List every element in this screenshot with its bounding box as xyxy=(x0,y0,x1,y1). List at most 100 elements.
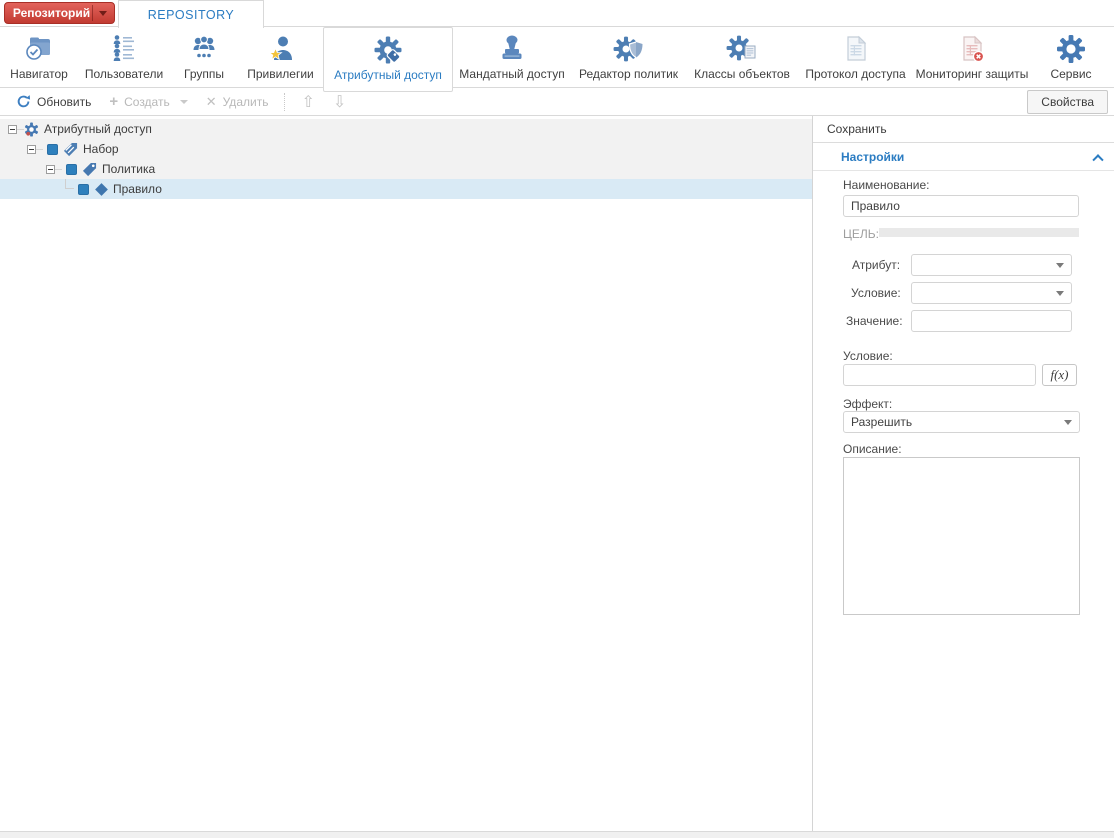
gear-tag-icon xyxy=(372,31,404,68)
collapse-expander-icon[interactable] xyxy=(46,165,55,174)
button-split-divider xyxy=(92,5,93,21)
ribbon-item-access-protocol[interactable]: Протокол доступа xyxy=(798,27,913,87)
plus-icon: + xyxy=(109,96,118,108)
ribbon-item-mandatory-access[interactable]: Мандатный доступ xyxy=(453,27,571,87)
status-bar xyxy=(0,831,1114,838)
delete-button[interactable]: ✕ Удалить xyxy=(198,92,277,112)
collapse-expander-icon[interactable] xyxy=(8,125,17,134)
refresh-button[interactable]: Обновить xyxy=(8,91,99,112)
refresh-button-label: Обновить xyxy=(37,95,91,109)
ribbon-item-service[interactable]: Сервис xyxy=(1031,27,1111,87)
tree-connector xyxy=(55,169,62,170)
effect-field-label: Эффект: xyxy=(843,397,892,411)
chevron-down-icon xyxy=(99,11,107,16)
move-up-button[interactable]: ⇧ xyxy=(293,92,322,111)
attribute-combobox[interactable] xyxy=(911,254,1072,276)
ribbon-item-protection-monitoring[interactable]: Мониторинг защиты xyxy=(913,27,1031,87)
ribbon-item-label: Редактор политик xyxy=(579,67,678,81)
condition-expression-label: Условие: xyxy=(843,349,893,363)
condition-combo-label: Условие: xyxy=(851,286,901,300)
diamond-icon xyxy=(95,183,108,196)
create-button[interactable]: + Создать xyxy=(101,92,195,112)
properties-panel: Сохранить Настройки Наименование: ЦЕЛЬ: … xyxy=(813,116,1114,831)
tree-node-rule-selected[interactable]: Правило xyxy=(0,179,812,199)
name-input[interactable] xyxy=(843,195,1079,217)
tree-node-attribute-access[interactable]: Атрибутный доступ xyxy=(0,119,812,139)
target-group-label: ЦЕЛЬ: xyxy=(843,227,879,241)
tree-indent xyxy=(8,169,46,170)
application-window: Репозиторий REPOSITORY Навигатор xyxy=(0,0,1114,838)
effect-combobox-value: Разрешить xyxy=(851,415,912,429)
description-textarea[interactable] xyxy=(843,457,1080,615)
navigator-folder-icon xyxy=(23,30,55,67)
ribbon-item-groups[interactable]: Группы xyxy=(170,27,238,87)
condition-expression-input[interactable] xyxy=(843,364,1036,386)
chevron-down-icon xyxy=(180,100,188,104)
delete-button-label: Удалить xyxy=(223,95,269,109)
effect-combobox[interactable]: Разрешить xyxy=(843,411,1080,433)
move-down-button[interactable]: ⇩ xyxy=(325,92,354,111)
tree-node-label: Правило xyxy=(113,182,162,196)
value-input[interactable] xyxy=(911,310,1072,332)
save-button-label: Сохранить xyxy=(827,122,887,136)
ribbon-item-navigator[interactable]: Навигатор xyxy=(0,27,78,87)
ribbon-toolbar: Навигатор Пользователи xyxy=(0,27,1114,88)
value-field-label: Значение: xyxy=(846,314,903,328)
tree-node-label: Атрибутный доступ xyxy=(44,122,152,136)
ribbon-item-label: Протокол доступа xyxy=(805,67,905,81)
tree-elbow-connector xyxy=(65,179,74,189)
repository-menu-button[interactable]: Репозиторий xyxy=(4,2,115,24)
main-content: Атрибутный доступ Набор xyxy=(0,116,1114,831)
users-list-icon xyxy=(108,30,140,67)
tree-connector xyxy=(36,149,43,150)
description-field-label: Описание: xyxy=(843,442,902,456)
ribbon-item-privileges[interactable]: Привилегии xyxy=(238,27,323,87)
tree-indent xyxy=(8,149,27,150)
ribbon-item-policy-editor[interactable]: Редактор политик xyxy=(571,27,686,87)
checkbox-checked[interactable] xyxy=(47,144,58,155)
chevron-down-icon xyxy=(1056,263,1064,268)
condition-combobox[interactable] xyxy=(911,282,1072,304)
gear-icon xyxy=(24,122,39,137)
gear-icon xyxy=(1055,30,1087,67)
properties-toggle-button[interactable]: Свойства xyxy=(1027,90,1108,114)
tree-node-set[interactable]: Набор xyxy=(0,139,812,159)
ribbon-item-users[interactable]: Пользователи xyxy=(78,27,170,87)
document-table-icon xyxy=(840,30,872,67)
create-button-label: Создать xyxy=(124,95,170,109)
tree-node-policy[interactable]: Политика xyxy=(0,159,812,179)
repository-menu-button-label: Репозиторий xyxy=(5,6,92,20)
settings-section-title: Настройки xyxy=(841,150,904,164)
tag-icon xyxy=(82,162,97,177)
document-alert-icon xyxy=(956,30,988,67)
ribbon-item-object-classes[interactable]: Классы объектов xyxy=(686,27,798,87)
tree-toolbar: Обновить + Создать ✕ Удалить ⇧ ⇩ Свойств… xyxy=(0,88,1114,116)
tab-strip: Репозиторий REPOSITORY xyxy=(0,0,1114,27)
settings-section-header[interactable]: Настройки xyxy=(813,143,1114,171)
checkbox-checked[interactable] xyxy=(78,184,89,195)
checkbox-checked[interactable] xyxy=(66,164,77,175)
collapse-expander-icon[interactable] xyxy=(27,145,36,154)
ribbon-item-label: Пользователи xyxy=(85,67,163,81)
chevron-up-icon[interactable] xyxy=(1092,154,1103,165)
chevron-down-icon xyxy=(1056,291,1064,296)
tree-indent xyxy=(8,189,65,190)
tab-repository-label: REPOSITORY xyxy=(148,8,235,22)
x-icon: ✕ xyxy=(206,96,217,108)
tab-repository[interactable]: REPOSITORY xyxy=(118,0,264,28)
tree-node-label: Набор xyxy=(83,142,119,156)
gear-shield-icon xyxy=(613,30,645,67)
chevron-down-icon xyxy=(1064,420,1072,425)
ribbon-item-label: Навигатор xyxy=(10,67,68,81)
ribbon-item-attribute-access[interactable]: Атрибутный доступ xyxy=(323,27,453,92)
function-editor-button[interactable]: f(x) xyxy=(1042,364,1077,386)
stamp-icon xyxy=(496,30,528,67)
function-editor-button-label: f(x) xyxy=(1050,367,1068,383)
group-people-icon xyxy=(188,30,220,67)
gear-document-icon xyxy=(726,30,758,67)
save-button[interactable]: Сохранить xyxy=(813,116,1114,143)
ribbon-item-label: Привилегии xyxy=(247,67,314,81)
properties-button-label: Свойства xyxy=(1041,95,1094,109)
attribute-field-label: Атрибут: xyxy=(852,258,900,272)
name-field-label: Наименование: xyxy=(843,178,930,192)
